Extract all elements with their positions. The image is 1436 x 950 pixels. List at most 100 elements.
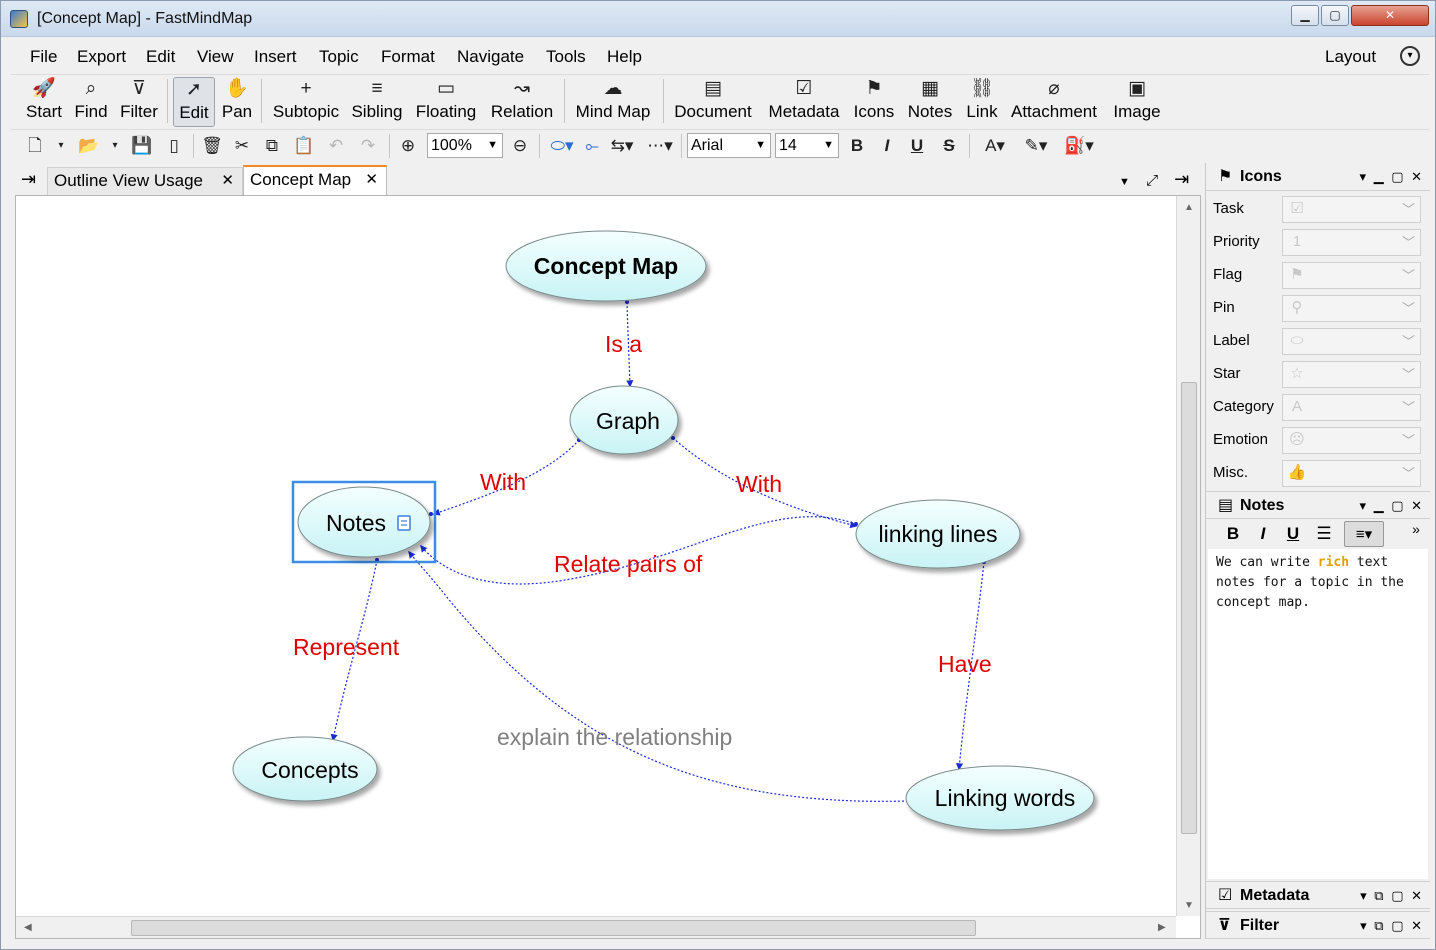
label-icon-select[interactable]: ⬭ ﹀ [1282,328,1421,355]
topic-node[interactable]: Linking words [905,765,1095,831]
zoom-in-icon[interactable]: ⊕ [397,134,419,158]
find-button[interactable]: ⌕ Find [73,77,109,127]
relation-button[interactable]: ↝ Relation [487,77,557,127]
icons-button[interactable]: ⚑ Icons [851,77,897,127]
scroll-thumb[interactable] [131,920,976,936]
panel-controls[interactable]: ▾ ▁ ▢ ✕ [1359,163,1424,191]
category-icon-select[interactable]: A ﹀ [1282,394,1421,421]
notes-bold-button[interactable]: B [1222,521,1244,547]
relation-line[interactable] [408,550,909,802]
more-tools-icon[interactable]: » [1408,521,1424,547]
misc-icon-select[interactable]: 👍 ﹀ [1282,460,1421,487]
panel-controls[interactable]: ▾ ⧉ ▢ ✕ [1360,882,1424,910]
strikethrough-button[interactable]: S [939,134,959,158]
shape-icon[interactable]: ⬭▾ [547,134,577,158]
italic-button[interactable]: I [877,134,897,158]
paste-icon[interactable]: 📋 [293,134,315,158]
scroll-up-icon[interactable]: ▲ [1184,202,1194,213]
align-dropdown-icon[interactable]: ≡▾ [1344,521,1384,547]
tab-concept-map[interactable]: Concept Map ✕ [243,165,387,195]
underline-button[interactable]: U [907,134,927,158]
panel-controls[interactable]: ▾ ⧉ ▢ ✕ [1360,912,1424,940]
notes-button[interactable]: ▦ Notes [905,77,955,127]
relation-label[interactable]: With [736,471,782,497]
delete-icon[interactable]: 🗑 [201,134,223,158]
minimize-button[interactable]: ▁ [1291,5,1319,26]
mind-map-button[interactable]: ☁ Mind Map [571,77,655,127]
menu-file[interactable]: File [30,47,57,67]
topic-node[interactable]: linking lines [855,499,1021,569]
notes-content[interactable]: We can write rich text notes for a topic… [1216,553,1422,613]
scroll-down-icon[interactable]: ▼ [1184,900,1194,911]
document-button[interactable]: ▤ Document [671,77,755,127]
close-tab-icon[interactable]: ✕ [221,168,234,194]
menu-format[interactable]: Format [381,47,435,67]
layout-menu[interactable]: Layout [1325,47,1376,67]
relation-label[interactable]: Is a [605,331,642,357]
connector-icon[interactable]: ⟜ [581,134,603,158]
font-family-select[interactable]: Arial ▼ [687,133,771,158]
edit-mode-button[interactable]: ➚ Edit [173,77,215,127]
redo-icon[interactable]: ↷ [357,134,379,158]
topic-node[interactable]: Concepts [232,736,378,802]
zoom-out-icon[interactable]: ⊖ [509,134,531,158]
sibling-button[interactable]: ≡ Sibling [349,77,405,127]
font-size-select[interactable]: 14 ▼ [775,133,839,158]
relation-label[interactable]: Have [938,651,992,677]
menu-tools[interactable]: Tools [546,47,586,67]
new-file-icon[interactable]: 🗋 [25,134,45,158]
panel-controls[interactable]: ▾ ▁ ▢ ✕ [1359,492,1424,520]
filter-button[interactable]: ⊽ Filter [117,77,161,127]
pin-icon-select[interactable]: ⚲ ﹀ [1282,295,1421,322]
open-folder-icon[interactable]: 📂 [77,134,101,158]
scroll-right-icon[interactable]: ▶ [1158,922,1166,933]
start-button[interactable]: 🚀 Start [23,77,65,127]
new-dropdown-icon[interactable]: ▾ [55,134,67,158]
menu-navigate[interactable]: Navigate [457,47,524,67]
concept-map-diagram[interactable]: Is a With With Relate pairs of Represent… [16,196,1176,916]
notes-panel-header[interactable]: ▤ Notes ▾ ▁ ▢ ✕ [1206,491,1430,519]
tab-outline-view-usage[interactable]: Outline View Usage ✕ [47,167,243,195]
menu-export[interactable]: Export [77,47,126,67]
pan-mode-button[interactable]: ✋ Pan [219,77,255,127]
maximize-view-icon[interactable]: ⤢ [1146,172,1158,189]
image-button[interactable]: ▣ Image [1109,77,1165,127]
numbered-list-icon[interactable]: ☰ [1312,521,1336,547]
line-style-icon[interactable]: ⋯▾ [645,134,675,158]
icons-panel-header[interactable]: ⚑ Icons ▾ ▁ ▢ ✕ [1206,163,1430,191]
menu-view[interactable]: View [197,47,234,67]
fill-color-icon[interactable]: ⛽▾ [1061,134,1097,158]
note-icon[interactable] [397,515,411,531]
priority-icon-select[interactable]: 1 ﹀ [1282,229,1421,256]
menu-insert[interactable]: Insert [254,47,297,67]
metadata-panel-header[interactable]: ☑ Metadata ▾ ⧉ ▢ ✕ [1206,881,1430,909]
attachment-button[interactable]: ⌀ Attachment [1007,77,1101,127]
subtopic-button[interactable]: + Subtopic [269,77,343,127]
bold-button[interactable]: B [847,134,867,158]
copy-icon[interactable]: ⧉ [261,134,283,158]
emotion-icon-select[interactable]: ☹ ﹀ [1282,427,1421,454]
close-button[interactable]: ✕ [1351,5,1429,26]
save-as-icon[interactable]: ▯ [163,134,185,158]
flag-icon-select[interactable]: ⚑ ﹀ [1282,262,1421,289]
collapse-panel-icon[interactable]: ⇥ [1174,169,1189,189]
menu-topic[interactable]: Topic [319,47,359,67]
notes-italic-button[interactable]: I [1252,521,1274,547]
zoom-select[interactable]: 100% ▼ [427,133,503,158]
save-icon[interactable]: 💾 [131,134,153,158]
metadata-button[interactable]: ☑ Metadata [765,77,843,127]
open-dropdown-icon[interactable]: ▾ [109,134,121,158]
topic-node[interactable]: Graph [569,385,679,455]
notes-underline-button[interactable]: U [1282,521,1304,547]
vertical-scrollbar[interactable]: ▲ ▼ [1176,196,1200,916]
scroll-left-icon[interactable]: ◀ [24,922,32,933]
layout-direction-icon[interactable]: ⇆▾ [607,134,637,158]
cut-icon[interactable]: ✂ [231,134,253,158]
highlight-pen-icon[interactable]: ✎▾ [1019,134,1053,158]
maximize-button[interactable]: ▢ [1321,5,1349,26]
font-color-icon[interactable]: A▾ [979,134,1011,158]
close-tab-icon[interactable]: ✕ [365,167,378,193]
mind-map-canvas[interactable]: Is a With With Relate pairs of Represent… [15,195,1201,939]
undo-icon[interactable]: ↶ [325,134,347,158]
link-button[interactable]: ⛓ Link [963,77,1001,127]
